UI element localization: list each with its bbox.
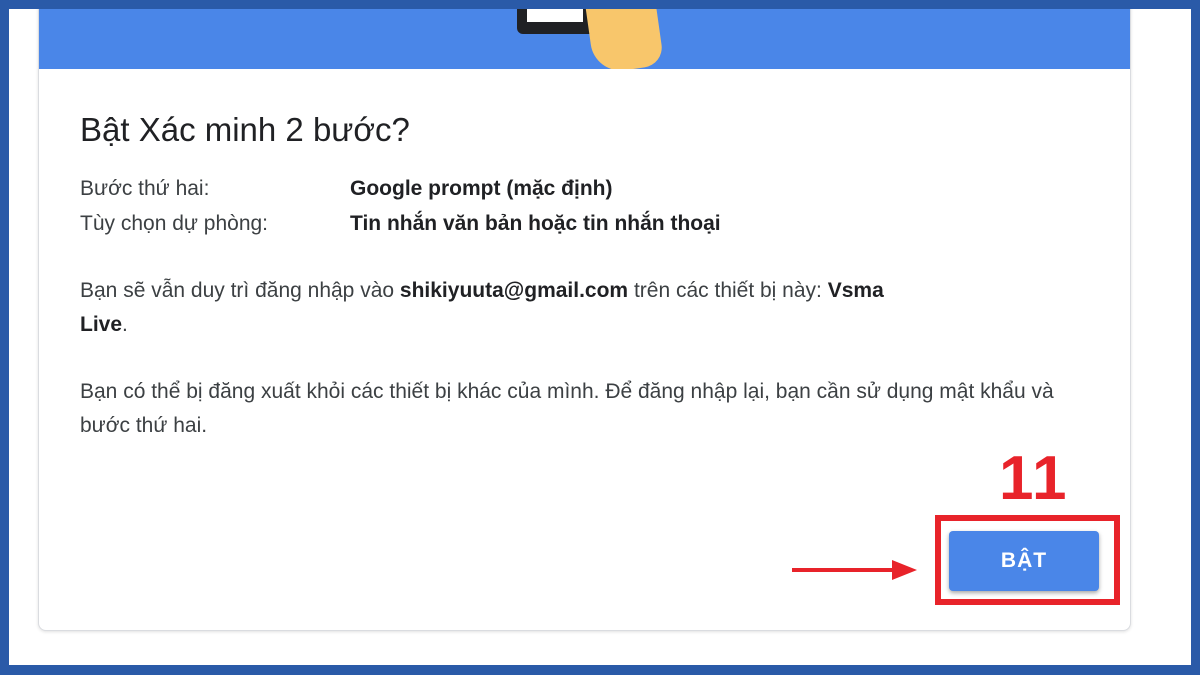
- sign-out-warning-paragraph: Bạn có thể bị đăng xuất khỏi các thiết b…: [80, 380, 1054, 437]
- stay-signed-in-paragraph: Bạn sẽ vẫn duy trì đăng nhập vào shikiyu…: [80, 274, 1055, 342]
- device-name-continued: Live: [80, 313, 123, 336]
- phone-illustration: [517, 9, 597, 34]
- sentence-end: .: [122, 313, 128, 336]
- step-number-annotation: 11: [999, 444, 1069, 513]
- account-email: shikiyuuta@gmail.com: [399, 279, 629, 302]
- phone-screen: [527, 9, 583, 22]
- dialog-title: Bật Xác minh 2 bước?: [80, 111, 410, 148]
- hand-illustration: [579, 9, 665, 69]
- backup-option-value: Tin nhắn văn bản hoặc tin nhắn thoại: [350, 212, 721, 235]
- second-step-label: Bước thứ hai:: [80, 177, 210, 200]
- screenshot-canvas: Bật Xác minh 2 bước? Bước thứ hai: Googl…: [9, 9, 1191, 665]
- pointer-arrow-icon: [792, 560, 917, 580]
- device-name: Vsma: [827, 279, 884, 302]
- stay-signed-in-text: Bạn sẽ vẫn duy trì đăng nhập vào: [80, 279, 400, 302]
- text-blur-overlay: [944, 283, 1084, 313]
- backup-option-label: Tùy chọn dự phòng:: [80, 212, 269, 235]
- dialog-banner: [39, 9, 1130, 69]
- second-step-value: Google prompt (mặc định): [350, 177, 613, 200]
- turn-on-button[interactable]: BẬT: [949, 531, 1099, 591]
- devices-text: trên các thiết bị này:: [628, 279, 828, 302]
